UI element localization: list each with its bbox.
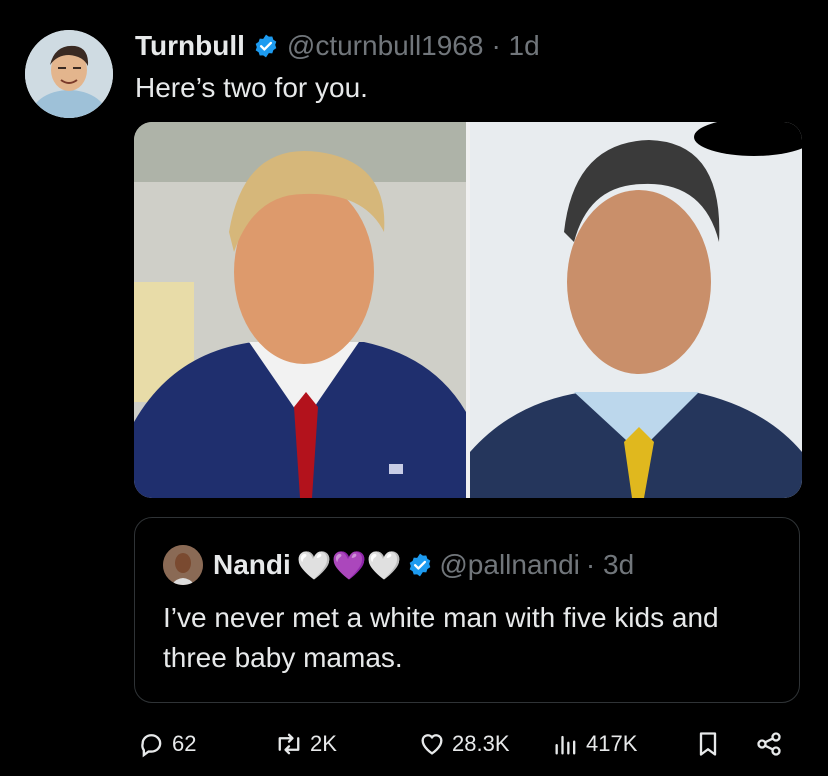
author-display-name[interactable]: Turnbull [135, 30, 245, 62]
views-icon [552, 730, 580, 758]
bookmark-icon [694, 730, 722, 758]
author-avatar[interactable] [25, 30, 113, 118]
media-image-left[interactable] [134, 122, 466, 498]
reply-button[interactable]: 62 [138, 730, 196, 758]
verified-badge-icon [407, 552, 433, 578]
like-icon [418, 730, 446, 758]
quoted-timestamp[interactable]: · 3d [586, 549, 634, 581]
tweet-media[interactable] [134, 122, 802, 498]
quoted-tweet[interactable]: Nandi 🤍💜🤍 @pallnandi · 3d I’ve never met… [134, 517, 800, 703]
tweet-header: Turnbull @cturnbull1968 · 1d [135, 30, 540, 62]
repost-button[interactable]: 2K [274, 730, 337, 758]
heart-emojis: 🤍💜🤍 [296, 549, 402, 581]
tweet-text: Here’s two for you. [135, 72, 368, 103]
bookmark-button[interactable] [694, 730, 722, 758]
share-icon [754, 730, 784, 758]
tweet-timestamp[interactable]: · 1d [491, 30, 539, 62]
like-count: 28.3K [452, 731, 510, 756]
quoted-author-avatar[interactable] [163, 545, 203, 585]
media-image-right[interactable] [470, 122, 802, 498]
reply-icon [138, 730, 166, 758]
quoted-author-display-name[interactable]: Nandi [213, 549, 291, 581]
like-button[interactable]: 28.3K [418, 730, 510, 758]
verified-badge-icon [253, 33, 279, 59]
author-handle[interactable]: @cturnbull1968 [287, 30, 484, 62]
reply-count: 62 [172, 731, 197, 756]
repost-icon [274, 730, 304, 758]
quoted-tweet-header: Nandi 🤍💜🤍 @pallnandi · 3d [163, 545, 634, 585]
tweet-action-bar: 62 2K 28.3K 417K [134, 724, 800, 764]
share-button[interactable] [754, 730, 784, 758]
repost-count: 2K [310, 731, 337, 756]
views-count: 417K [586, 731, 638, 756]
quoted-tweet-text: I’ve never met a white man with five kid… [163, 602, 719, 673]
quoted-author-handle[interactable]: @pallnandi [439, 549, 580, 581]
views-button[interactable]: 417K [552, 730, 637, 758]
